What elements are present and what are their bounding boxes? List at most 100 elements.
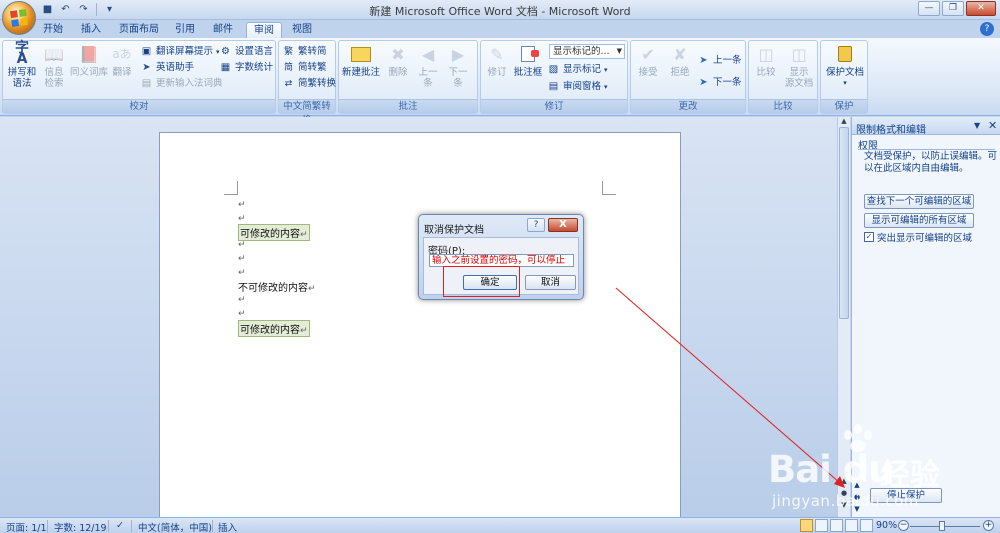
set-language-button[interactable]: ⚙ 设置语言	[219, 44, 273, 60]
office-button[interactable]	[2, 1, 36, 35]
editable-region[interactable]: 可修改的内容↵	[238, 320, 310, 337]
cancel-button[interactable]: 取消	[525, 275, 576, 290]
zoom-level[interactable]: 90%	[876, 520, 897, 531]
previous-comment-button[interactable]: ◀ 上一 条	[413, 42, 443, 89]
document-area[interactable]: ↵ ↵ 可修改的内容↵ ↵ ↵ ↵ 不可修改的内容↵ ↵ ↵ 可修改的内容↵	[0, 117, 837, 517]
translate-tip-label: 翻译屏幕提示	[156, 46, 214, 57]
restrict-editing-pane: 限制格式和编辑 ▼ ✕ 权限 文档受保护，以防止误编辑。可以在此区域内自由编辑。…	[851, 117, 1000, 517]
checkbox-checked-icon[interactable]: ✓	[864, 232, 874, 242]
previous-change-icon: ➤	[699, 55, 708, 66]
pane-scroll-down-icon[interactable]: ▼	[852, 505, 862, 513]
browse-object-icon[interactable]: ●	[838, 489, 850, 499]
to-simplified-button[interactable]: 繁 繁转简	[282, 44, 327, 60]
show-markup-button[interactable]: ▧ 显示标记 ▾	[547, 62, 608, 78]
zoom-slider-thumb[interactable]	[939, 521, 945, 531]
next-page-icon[interactable]: ▼	[838, 501, 850, 511]
window-title: 新建 Microsoft Office Word 文档 - Microsoft …	[369, 5, 631, 18]
spelling-grammar-button[interactable]: 字A 拼写和 语法	[5, 41, 39, 89]
highlight-label: 突出显示可编辑的区域	[877, 233, 973, 244]
tab-review[interactable]: 审阅	[246, 22, 282, 38]
status-bar: 页面: 1/1 字数: 12/19 ✓ 中文(简体，中国) 插入 90% − +	[0, 517, 1000, 533]
tab-page-layout[interactable]: 页面布局	[114, 22, 164, 38]
tab-insert[interactable]: 插入	[76, 22, 106, 38]
tab-view[interactable]: 视图	[287, 22, 317, 38]
highlight-regions-checkbox[interactable]: ✓ 突出显示可编辑的区域	[864, 230, 972, 244]
draft-view-icon[interactable]	[860, 519, 873, 532]
print-layout-view-icon[interactable]	[800, 519, 813, 532]
english-assistant-button[interactable]: ➤ 英语助手	[140, 60, 194, 76]
english-assist-icon: ➤	[142, 62, 151, 73]
display-for-review-combo[interactable]: 显示标记的... ▼	[549, 44, 625, 59]
delete-comment-button[interactable]: ✖ 删除	[383, 42, 413, 78]
minimize-button[interactable]: —	[918, 1, 940, 16]
tab-references[interactable]: 引用	[170, 22, 200, 38]
scroll-up-icon[interactable]: ▲	[838, 117, 850, 127]
vertical-scrollbar[interactable]: ▲ ▲ ● ▼	[837, 117, 850, 517]
tab-home[interactable]: 开始	[38, 22, 68, 38]
full-screen-view-icon[interactable]	[815, 519, 828, 532]
status-words[interactable]: 字数: 12/19	[54, 520, 107, 533]
status-page[interactable]: 页面: 1/1	[6, 520, 47, 533]
previous-comment-icon: ◀	[421, 44, 435, 64]
next-change-button[interactable]: ➤ 下一条	[697, 75, 742, 91]
ribbon-tabs: 开始 插入 页面布局 引用 邮件 审阅 视图	[0, 20, 1000, 38]
zoom-in-icon[interactable]: +	[983, 520, 994, 531]
reviewing-pane-button[interactable]: ▤ 审阅窗格 ▾	[547, 79, 608, 95]
previous-change-button[interactable]: ➤ 上一条	[697, 53, 741, 69]
scroll-thumb[interactable]	[839, 127, 849, 319]
to-traditional-button[interactable]: 简 简转繁	[282, 60, 327, 76]
status-separator	[131, 520, 132, 532]
show-source-button[interactable]: ◫ 显示 源文档	[781, 42, 817, 89]
status-mode[interactable]: 插入	[218, 520, 237, 533]
update-ime-button[interactable]: ▤ 更新输入法词典	[140, 76, 223, 92]
editable-region[interactable]: 可修改的内容↵	[238, 224, 310, 241]
pane-divider	[858, 149, 995, 150]
help-icon[interactable]: ?	[980, 22, 994, 36]
translate-tip-button[interactable]: ▣ 翻译屏幕提示 ▾	[140, 44, 220, 60]
outline-view-icon[interactable]	[845, 519, 858, 532]
new-comment-label: 新建批注	[341, 67, 380, 78]
accept-button[interactable]: ✔ 接受	[633, 42, 663, 78]
reject-button[interactable]: ✘ 拒绝	[665, 42, 695, 78]
status-language[interactable]: 中文(简体，中国)	[138, 520, 212, 533]
simplified-icon: 繁	[283, 47, 293, 57]
find-next-region-button[interactable]: 查找下一个可编辑的区域	[864, 194, 974, 209]
compare-button[interactable]: ◫ 比较	[751, 42, 781, 78]
zoom-slider[interactable]	[910, 526, 980, 527]
proofing-status-icon[interactable]: ✓	[116, 520, 124, 531]
chinese-convert-button[interactable]: ⇄ 简繁转换	[282, 76, 336, 92]
pane-scroll-up-icon[interactable]: ▲	[852, 481, 862, 489]
dialog-close-button[interactable]: X	[548, 218, 578, 232]
screen-tip-icon: ▣	[141, 46, 152, 57]
crop-mark-top-left	[224, 181, 238, 195]
paragraph-mark: ↵	[300, 230, 308, 240]
next-change-label: 下一条	[713, 77, 742, 88]
status-separator	[47, 520, 48, 532]
zoom-out-icon[interactable]: −	[898, 520, 909, 531]
show-all-regions-button[interactable]: 显示可编辑的所有区域	[864, 213, 974, 228]
track-changes-button[interactable]: ✎ 修订	[483, 42, 511, 78]
word-count-button[interactable]: ▦ 字数统计	[219, 60, 273, 76]
document-text: 可修改的内容	[240, 229, 300, 240]
document-page[interactable]: ↵ ↵ 可修改的内容↵ ↵ ↵ ↵ 不可修改的内容↵ ↵ ↵ 可修改的内容↵	[159, 132, 681, 517]
thesaurus-button[interactable]: 📕 同义词库	[69, 42, 109, 78]
ribbon: 字A 拼写和 语法 📖 信息 检索 📕 同义词库 aあ 翻译 ▣ 翻译屏幕提示 …	[0, 38, 1000, 126]
pane-close-icon[interactable]: ✕	[988, 119, 997, 132]
prev-page-icon[interactable]: ▲	[838, 477, 850, 487]
tab-mailings[interactable]: 邮件	[208, 22, 238, 38]
dialog-help-button[interactable]: ?	[527, 218, 545, 232]
group-label-proofing: 校对	[3, 99, 275, 113]
pane-menu-icon[interactable]: ▼	[974, 121, 980, 130]
new-comment-button[interactable]: 新建批注	[341, 42, 381, 78]
close-window-button[interactable]: ✕	[966, 1, 996, 16]
next-comment-button[interactable]: ▶ 下一 条	[443, 42, 473, 89]
translate-button[interactable]: aあ 翻译	[107, 42, 137, 79]
balloons-button[interactable]: 批注框	[511, 42, 545, 78]
stop-protection-button[interactable]: 停止保护	[870, 488, 942, 503]
restore-button[interactable]: ❐	[942, 1, 964, 16]
track-changes-label: 修订	[487, 67, 507, 78]
web-layout-view-icon[interactable]	[830, 519, 843, 532]
protect-document-button[interactable]: 保护文档 ▾	[823, 42, 867, 89]
protected-text: 不可修改的内容↵	[238, 279, 316, 294]
research-button[interactable]: 📖 信息 检索	[37, 42, 71, 89]
